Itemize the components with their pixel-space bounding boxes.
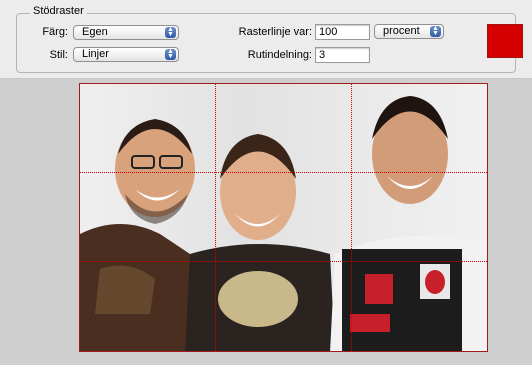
gridline-input[interactable]: 100 xyxy=(315,24,370,40)
grid-line-vertical xyxy=(215,84,216,351)
subdivision-input[interactable]: 3 xyxy=(315,47,370,63)
grid-line-vertical xyxy=(351,84,352,351)
gridline-label: Rasterlinje var: xyxy=(238,26,312,38)
up-down-arrows-icon: ▲ ▼ xyxy=(165,26,176,38)
style-select[interactable]: Linjer ▲ ▼ xyxy=(73,47,179,62)
grid-line-horizontal xyxy=(80,261,487,262)
group-title: Stödraster xyxy=(30,5,87,17)
unit-select-value: procent xyxy=(383,25,420,37)
photo-preview xyxy=(79,83,488,352)
photo-people xyxy=(80,96,487,351)
subdivision-label: Rutindelning: xyxy=(247,49,312,61)
unit-select[interactable]: procent ▲ ▼ xyxy=(374,24,444,39)
up-down-arrows-icon: ▲ ▼ xyxy=(430,25,441,37)
color-select[interactable]: Egen ▲ ▼ xyxy=(73,25,179,40)
style-select-value: Linjer xyxy=(82,48,109,60)
guides-settings-panel: Stödraster Färg: Egen ▲ ▼ Rasterlinje var… xyxy=(0,0,532,79)
color-select-value: Egen xyxy=(82,26,108,38)
style-label: Stil: xyxy=(49,49,68,61)
grid-group-box xyxy=(16,13,516,73)
color-label: Färg: xyxy=(42,26,68,38)
up-down-arrows-icon: ▲ ▼ xyxy=(165,48,176,60)
grid-line-horizontal xyxy=(80,172,487,173)
grid-color-swatch[interactable] xyxy=(487,24,523,58)
